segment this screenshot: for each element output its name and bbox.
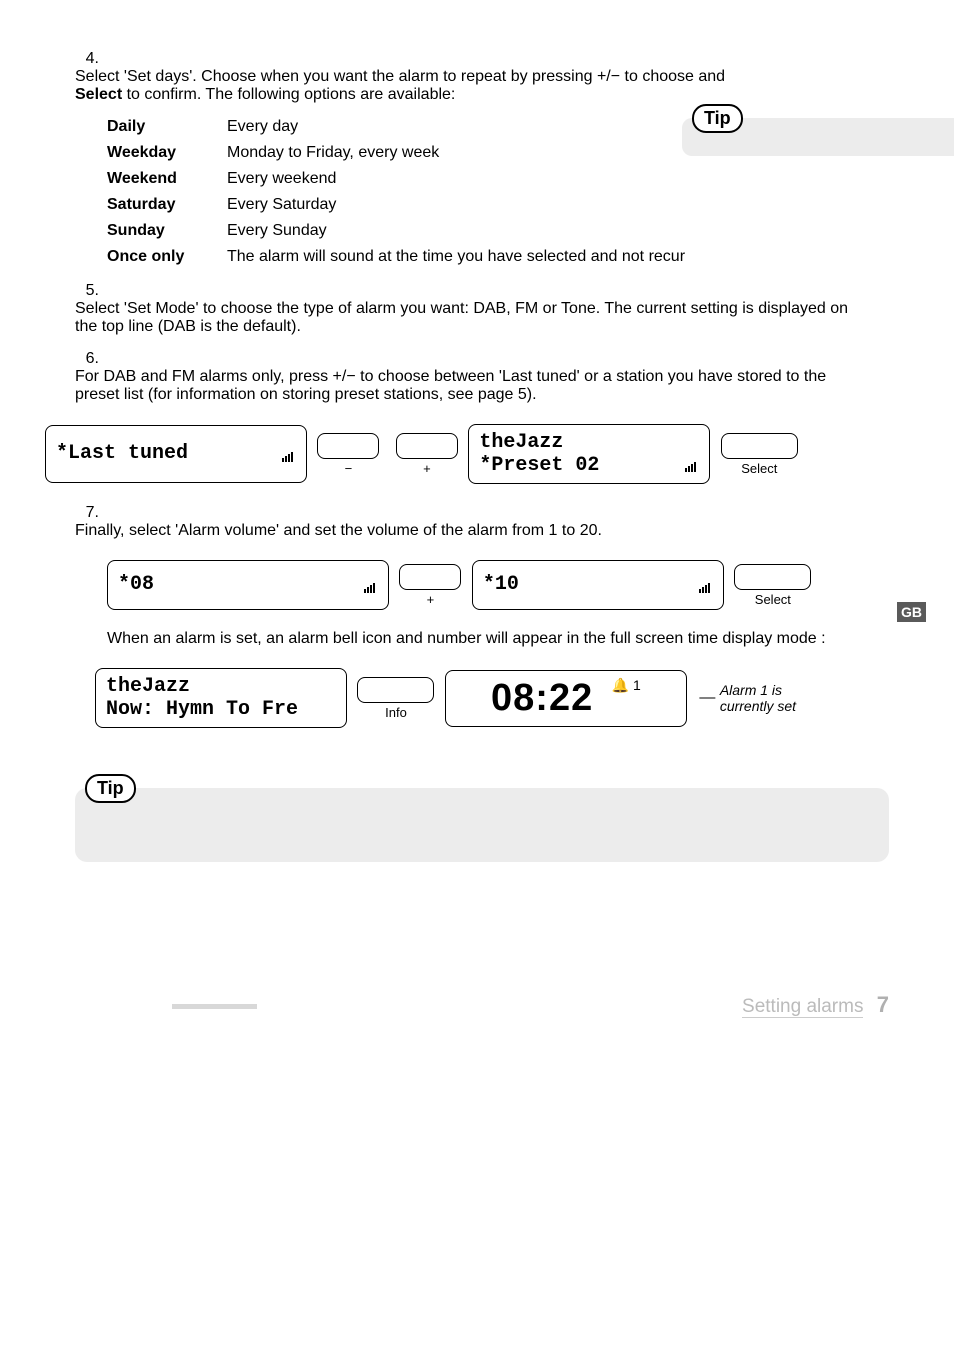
- minus-button[interactable]: −: [317, 433, 379, 476]
- tip-badge: Tip: [692, 104, 743, 133]
- signal-icon: [685, 460, 699, 472]
- step-6-number: 6.: [75, 350, 99, 368]
- locale-badge: GB: [897, 602, 926, 622]
- step-7-number: 7.: [75, 504, 99, 522]
- tip-badge-2: Tip: [85, 774, 136, 803]
- callout-line: —: [699, 689, 715, 706]
- plus-button[interactable]: +: [396, 433, 458, 476]
- step-6-text: For DAB and FM alarms only, press +/− to…: [75, 368, 855, 404]
- step-4-number: 4.: [75, 50, 99, 68]
- lcd-clock: 08:22 🔔 1: [445, 670, 687, 727]
- signal-icon: [699, 581, 713, 593]
- tip-callout-1: Tip: [682, 118, 954, 156]
- tip-callout-2: Tip: [75, 788, 889, 862]
- lcd-last-tuned: *Last tuned: [45, 425, 307, 483]
- step-5-number: 5.: [75, 282, 99, 300]
- page-footer: Setting alarms 7: [75, 992, 889, 1018]
- bell-icon: 🔔 1: [612, 677, 641, 693]
- lcd-vol-10: *10: [472, 560, 724, 610]
- lcd-vol-08: *08: [107, 560, 389, 610]
- info-button[interactable]: Info: [357, 677, 434, 720]
- step-7-text: Finally, select 'Alarm volume' and set t…: [75, 522, 855, 540]
- signal-icon: [282, 450, 296, 462]
- alarm-note: Alarm 1 iscurrently set: [720, 682, 796, 714]
- plus-button-2[interactable]: +: [399, 564, 461, 607]
- signal-icon: [364, 581, 378, 593]
- select-button[interactable]: Select: [721, 433, 798, 476]
- step-5-text: Select 'Set Mode' to choose the type of …: [75, 300, 855, 336]
- step-4-text: Select 'Set days'. Choose when you want …: [75, 68, 855, 104]
- lcd-preset: theJazz *Preset 02: [468, 424, 710, 484]
- after-alarm-text: When an alarm is set, an alarm bell icon…: [107, 630, 889, 648]
- select-button-2[interactable]: Select: [734, 564, 811, 607]
- lcd-now-playing: theJazz Now: Hymn To Fre: [95, 668, 347, 728]
